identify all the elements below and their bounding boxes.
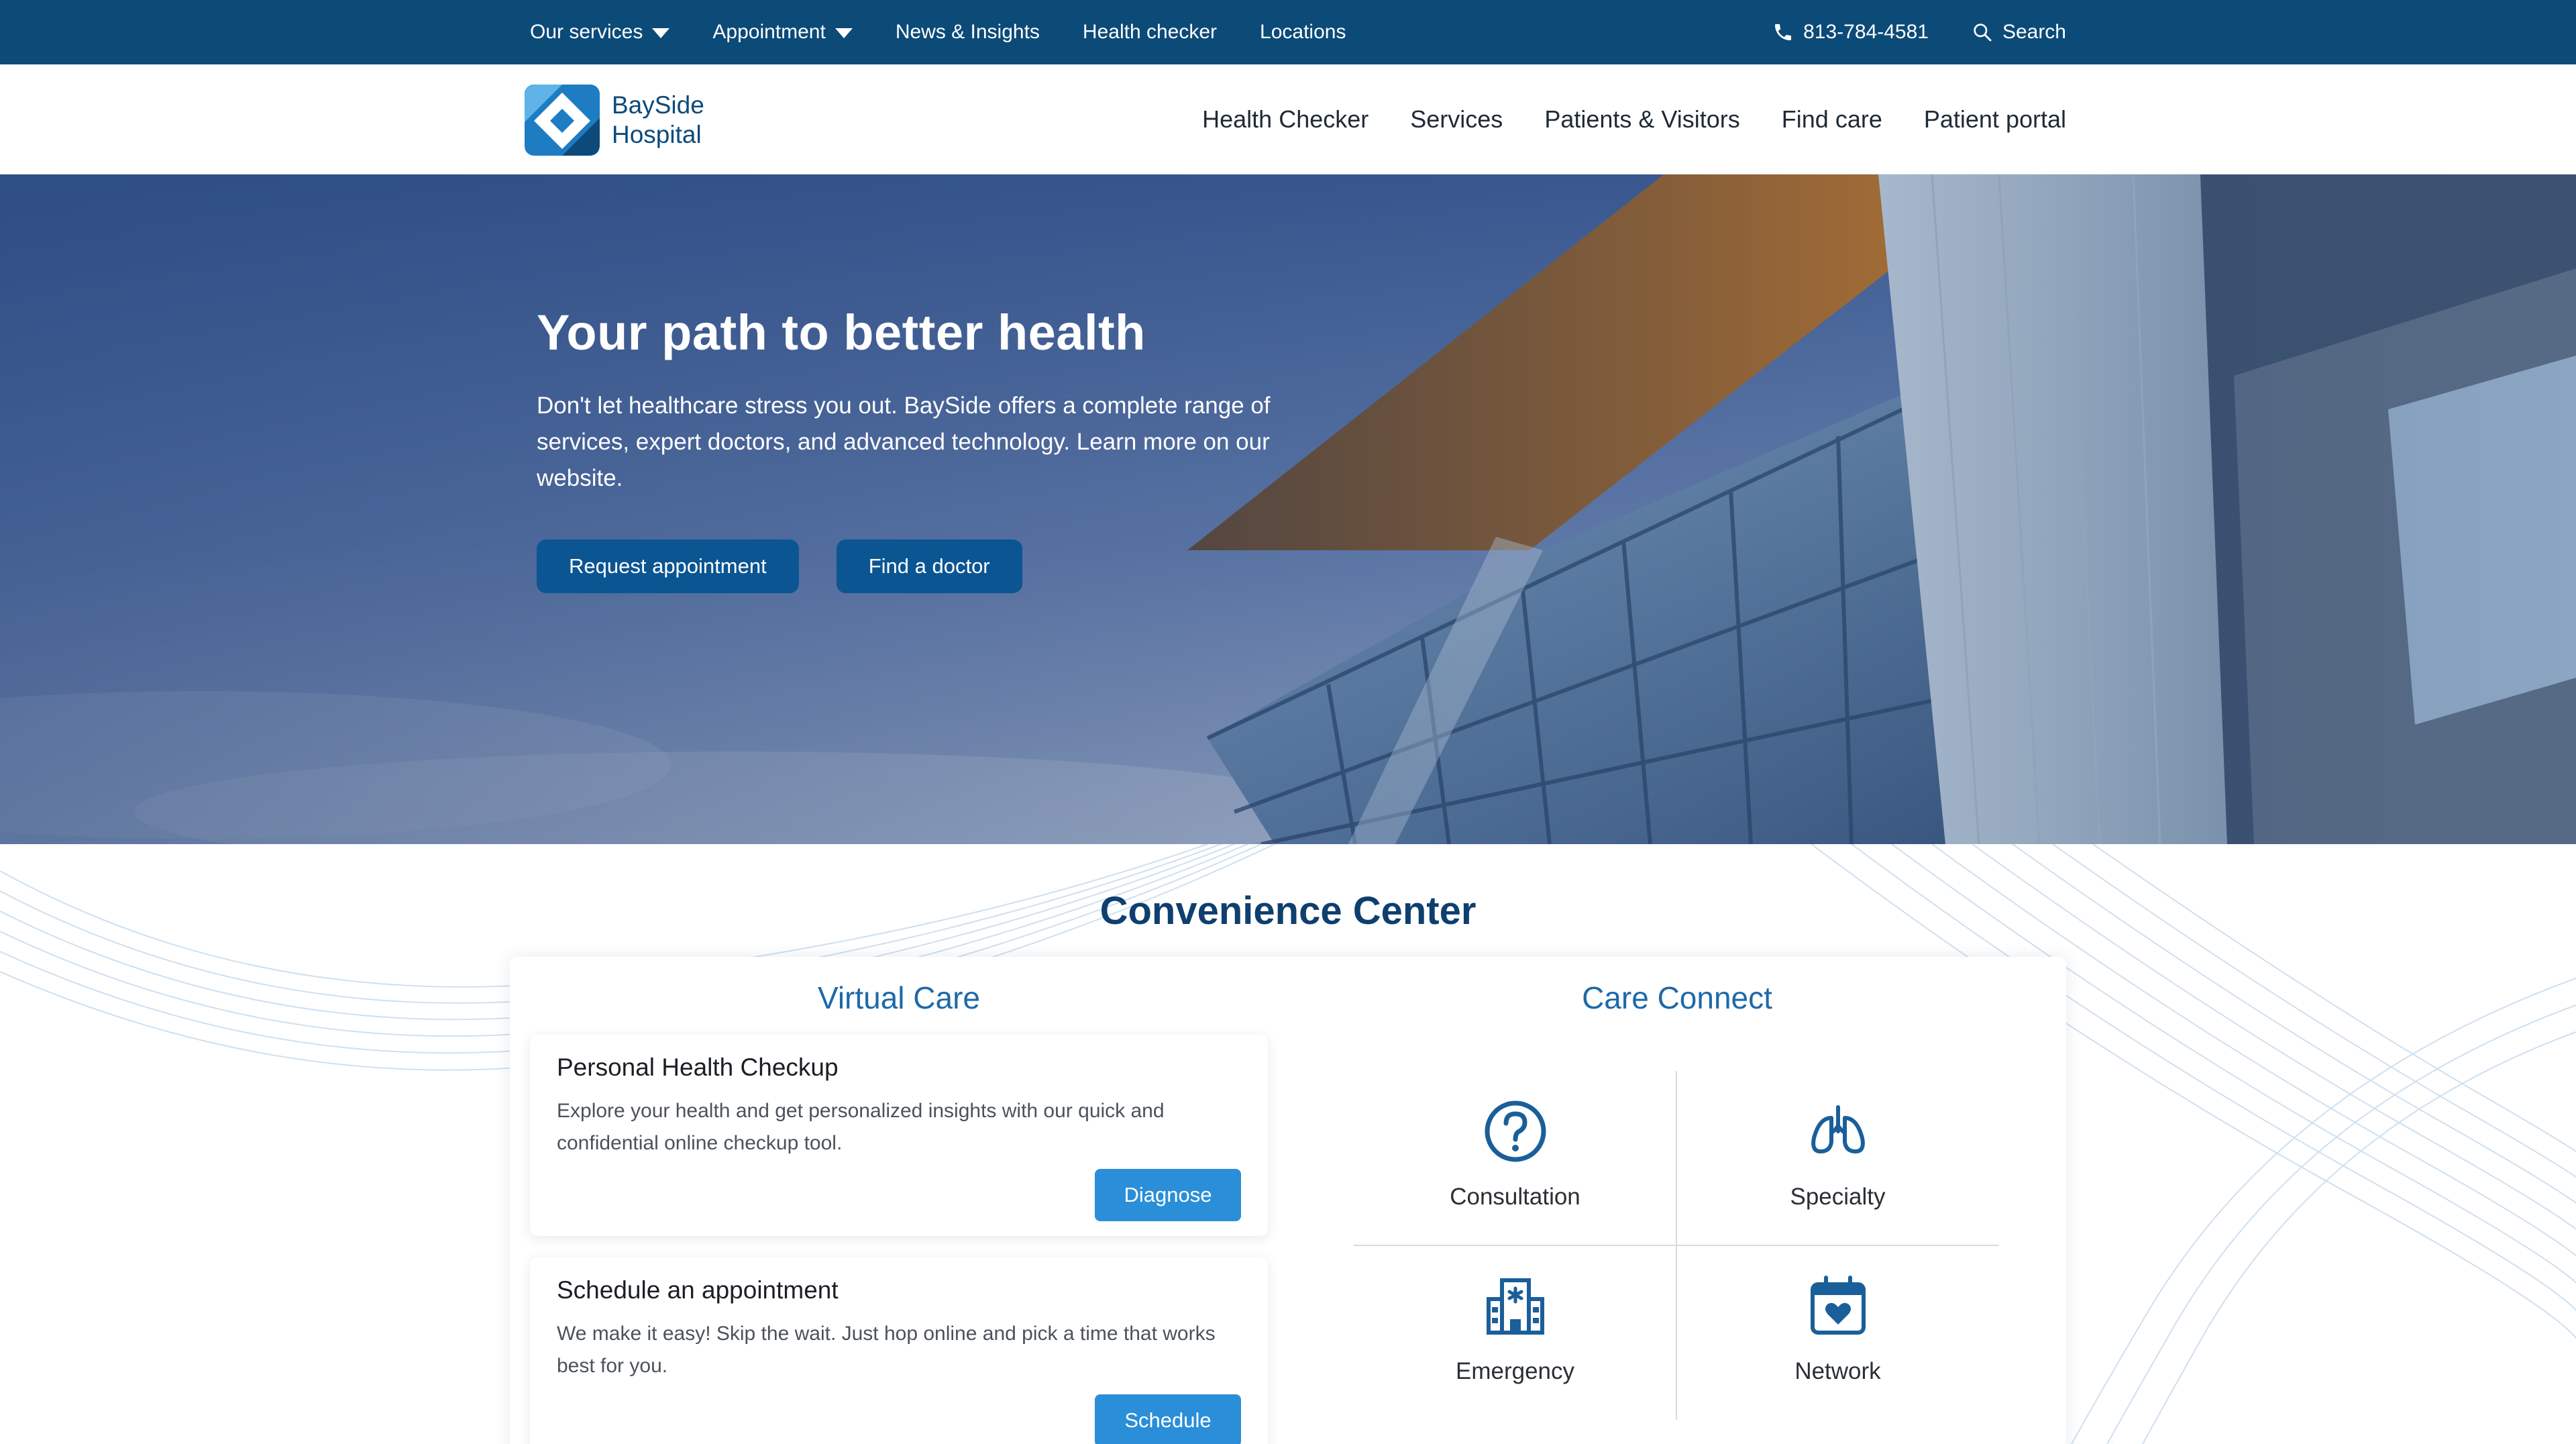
phone-icon bbox=[1772, 21, 1794, 43]
care-connect-label: Network bbox=[1794, 1358, 1881, 1384]
hero-content: Your path to better health Don't let hea… bbox=[537, 303, 1342, 593]
care-connect-specialty[interactable]: Specialty bbox=[1676, 1071, 1999, 1245]
care-connect-label: Emergency bbox=[1455, 1358, 1575, 1384]
card-title: Schedule an appointment bbox=[557, 1276, 839, 1304]
utility-nav: Our services Appointment News & Insights… bbox=[530, 0, 1346, 64]
lungs-icon bbox=[1805, 1098, 1872, 1165]
care-connect-title: Care Connect bbox=[1582, 980, 1772, 1015]
card-description: We make it easy! Skip the wait. Just hop… bbox=[557, 1323, 1216, 1377]
brand-name-line1: BaySide bbox=[612, 91, 704, 119]
request-appointment-button[interactable]: Request appointment bbox=[537, 539, 799, 593]
nav-services[interactable]: Services bbox=[1410, 105, 1503, 134]
question-circle-icon bbox=[1482, 1098, 1549, 1165]
utility-item-label: Locations bbox=[1260, 21, 1346, 43]
utility-item-label: Our services bbox=[530, 21, 643, 43]
nav-patients-visitors[interactable]: Patients & Visitors bbox=[1544, 105, 1739, 134]
care-connect-consultation[interactable]: Consultation bbox=[1354, 1071, 1676, 1245]
hospital-building-icon bbox=[1482, 1272, 1549, 1339]
health-checkup-card: Personal Health Checkup Explore your hea… bbox=[530, 1035, 1268, 1236]
brand-name: BaySide Hospital bbox=[612, 91, 704, 150]
hero-title: Your path to better health bbox=[537, 305, 1146, 360]
nav-patient-portal[interactable]: Patient portal bbox=[1924, 105, 2066, 134]
calendar-heart-icon bbox=[1805, 1272, 1872, 1339]
phone-link[interactable]: 813-784-4581 bbox=[1772, 21, 1929, 44]
virtual-care-title: Virtual Care bbox=[817, 980, 981, 1015]
search-label: Search bbox=[2002, 21, 2066, 43]
utility-bar: Our services Appointment News & Insights… bbox=[0, 0, 2576, 64]
hero-description: Don't let healthcare stress you out. Bay… bbox=[537, 393, 1271, 491]
caret-down-icon bbox=[835, 28, 853, 38]
care-connect-network[interactable]: Network bbox=[1676, 1245, 1999, 1420]
diagnose-button[interactable]: Diagnose bbox=[1095, 1169, 1241, 1221]
phone-number: 813-784-4581 bbox=[1803, 21, 1929, 43]
nav-health-checker[interactable]: Health Checker bbox=[1202, 105, 1368, 134]
utility-item-label: Health checker bbox=[1082, 21, 1218, 43]
utility-item-our-services[interactable]: Our services bbox=[530, 21, 670, 44]
search-icon bbox=[1972, 21, 1993, 43]
utility-item-label: Appointment bbox=[712, 21, 826, 43]
utility-actions: 813-784-4581 Search bbox=[1772, 0, 2066, 64]
diamond-logo-icon bbox=[523, 83, 601, 157]
care-connect-label: Consultation bbox=[1450, 1184, 1580, 1210]
utility-item-appointment[interactable]: Appointment bbox=[712, 21, 853, 44]
search-button[interactable]: Search bbox=[1972, 21, 2066, 44]
schedule-appointment-card: Schedule an appointment We make it easy!… bbox=[530, 1257, 1268, 1444]
care-connect-emergency[interactable]: Emergency bbox=[1354, 1245, 1676, 1420]
schedule-button[interactable]: Schedule bbox=[1095, 1394, 1241, 1444]
main-header: BaySide Hospital Health Checker Services… bbox=[0, 64, 2576, 174]
hero-actions: Request appointment Find a doctor bbox=[537, 539, 1342, 593]
convenience-center-section: Convenience Center Virtual Care Personal… bbox=[0, 844, 2576, 1444]
care-connect-grid: Consultation Specialty Emergency Network bbox=[1354, 1071, 1999, 1420]
section-title: Convenience Center bbox=[1099, 889, 1477, 933]
convenience-panel: Virtual Care Personal Health Checkup Exp… bbox=[510, 957, 2066, 1444]
primary-nav: Health Checker Services Patients & Visit… bbox=[1202, 64, 2066, 174]
utility-item-label: News & Insights bbox=[895, 21, 1040, 43]
card-description: Explore your health and get personalized… bbox=[557, 1100, 1165, 1154]
utility-item-locations[interactable]: Locations bbox=[1260, 21, 1346, 44]
find-doctor-button[interactable]: Find a doctor bbox=[836, 539, 1022, 593]
caret-down-icon bbox=[652, 28, 670, 38]
utility-item-news-insights[interactable]: News & Insights bbox=[896, 21, 1040, 44]
brand-name-line2: Hospital bbox=[612, 121, 702, 148]
hero-banner: Your path to better health Don't let hea… bbox=[0, 174, 2576, 844]
utility-item-health-checker[interactable]: Health checker bbox=[1083, 21, 1217, 44]
card-title: Personal Health Checkup bbox=[557, 1053, 839, 1081]
care-connect-label: Specialty bbox=[1790, 1184, 1886, 1210]
brand-logo[interactable]: BaySide Hospital bbox=[523, 83, 704, 157]
nav-find-care[interactable]: Find care bbox=[1782, 105, 1882, 134]
